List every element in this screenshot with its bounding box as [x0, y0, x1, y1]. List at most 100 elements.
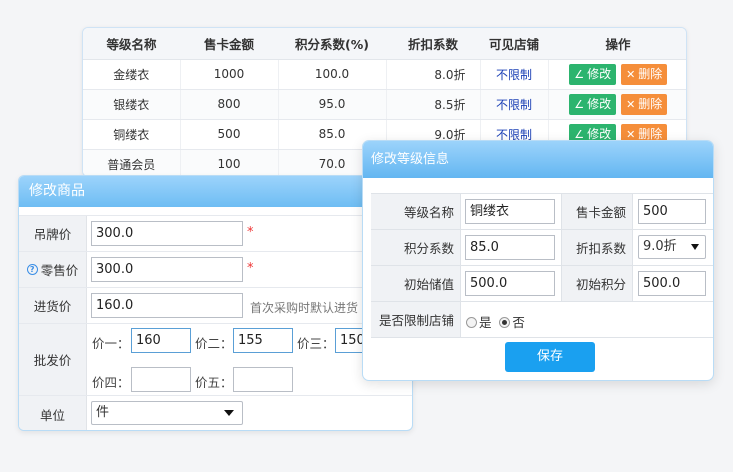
radio-no[interactable]	[499, 317, 511, 328]
init-points-label: 初始积分	[561, 266, 633, 301]
tag-price-input[interactable]: 300.0	[91, 221, 243, 246]
edit-product-panel: 修改商品 吊牌价 300.0 * ? 零售价 300.0 * 进货价 160.0 …	[18, 175, 413, 431]
cell-level-name: 铜缕衣	[83, 119, 181, 150]
unit-select-value: 件	[96, 405, 110, 420]
unit-select[interactable]: 件	[91, 401, 243, 425]
cell-points: 100.0	[278, 59, 387, 90]
init-balance-label: 初始储值	[371, 266, 461, 301]
cell-points: 95.0	[278, 89, 387, 120]
retail-price-label-cell: ? 零售价	[19, 252, 87, 287]
cell-visible-store: 不限制	[480, 59, 549, 90]
discount-label: 折扣系数	[561, 230, 633, 265]
discount-select-value: 9.0折	[643, 239, 677, 254]
edit-product-title: 修改商品	[19, 176, 412, 207]
wholesale-1-input[interactable]: 160	[131, 328, 191, 353]
header-discount: 折扣系数	[386, 28, 480, 60]
retail-price-label: 零售价	[40, 263, 79, 278]
table-row: 金缕衣 1000 100.0 8.0折 不限制 ∠ 修改 ✕ 删除	[83, 59, 686, 90]
retail-price-input[interactable]: 300.0	[91, 257, 243, 282]
edit-level-form: 等级名称 铜缕衣 售卡金额 500 积分系数 85.0 折扣系数 9.0折 初始…	[371, 193, 713, 338]
edit-label: 修改	[587, 126, 612, 141]
limit-store-options: 是 否	[466, 312, 529, 331]
cell-level-name: 普通会员	[83, 149, 181, 176]
header-level-name: 等级名称	[83, 28, 180, 60]
edit-label: 修改	[587, 96, 612, 111]
card-price-input[interactable]: 500	[638, 199, 706, 224]
wholesale-4-input[interactable]	[131, 367, 191, 392]
wholesale-3-label: 价三：	[297, 336, 335, 351]
close-icon: ✕	[626, 127, 636, 141]
level-name-row: 等级名称 铜缕衣 售卡金额 500	[371, 194, 713, 230]
cell-card-price: 1000	[180, 59, 279, 90]
delete-label: 删除	[638, 96, 663, 111]
pencil-icon: ∠	[574, 97, 585, 111]
header-visible-store: 可见店铺	[480, 28, 548, 60]
edit-button[interactable]: ∠ 修改	[569, 63, 617, 85]
save-button[interactable]: 保存	[505, 342, 595, 372]
cell-card-price: 100	[180, 149, 279, 176]
init-balance-input[interactable]: 500.0	[465, 271, 555, 296]
cost-price-row: 进货价 160.0 首次采购时默认进货	[19, 287, 412, 323]
radio-yes[interactable]	[466, 317, 477, 328]
wholesale-5-label: 价五：	[195, 375, 233, 390]
radio-yes-label: 是	[479, 315, 492, 330]
delete-button[interactable]: ✕ 删除	[621, 63, 668, 85]
wholesale-5-input[interactable]	[233, 367, 293, 392]
tag-price-label: 吊牌价	[19, 216, 87, 251]
question-icon[interactable]: ?	[26, 264, 38, 275]
chevron-down-icon	[224, 410, 234, 416]
pencil-icon: ∠	[574, 127, 585, 141]
edit-label: 修改	[587, 66, 612, 81]
cell-level-name: 金缕衣	[83, 59, 181, 90]
table-row: 银缕衣 800 95.0 8.5折 不限制 ∠ 修改 ✕ 删除	[83, 89, 686, 120]
header-card-price: 售卡金额	[180, 28, 278, 60]
wholesale-4-label: 价四：	[92, 375, 130, 390]
init-points-input[interactable]: 500.0	[638, 271, 706, 296]
wholesale-1-label: 价一：	[92, 336, 130, 351]
unit-row: 单位 件	[19, 395, 412, 430]
level-name-label: 等级名称	[371, 194, 461, 229]
wholesale-2-label: 价二：	[195, 336, 233, 351]
points-row: 积分系数 85.0 折扣系数 9.0折	[371, 230, 713, 266]
edit-level-title: 修改等级信息	[363, 141, 713, 178]
required-mark: *	[247, 261, 254, 276]
unit-label: 单位	[19, 396, 87, 430]
required-mark: *	[247, 225, 254, 240]
cell-discount: 8.0折	[386, 59, 481, 90]
edit-button[interactable]: ∠ 修改	[569, 93, 617, 115]
cell-discount: 8.5折	[386, 89, 481, 120]
delete-button[interactable]: ✕ 删除	[621, 93, 668, 115]
points-input[interactable]: 85.0	[465, 235, 555, 260]
wholesale-price-row: 批发价 价一： 160 价二： 155 价三： 150 价四： 价五：	[19, 323, 412, 395]
header-actions: 操作	[548, 28, 686, 60]
pencil-icon: ∠	[574, 67, 585, 81]
delete-label: 删除	[638, 66, 663, 81]
cost-price-hint: 首次采购时默认进货	[250, 301, 359, 315]
radio-no-label: 否	[512, 315, 525, 330]
level-name-input[interactable]: 铜缕衣	[465, 199, 555, 224]
cell-level-name: 银缕衣	[83, 89, 181, 120]
header-points-ratio: 积分系数(%)	[278, 28, 386, 60]
cell-card-price: 500	[180, 119, 279, 150]
discount-select[interactable]: 9.0折	[638, 235, 706, 259]
close-icon: ✕	[626, 67, 636, 81]
cell-actions: ∠ 修改 ✕ 删除	[548, 59, 686, 90]
points-label: 积分系数	[371, 230, 461, 265]
cell-visible-store: 不限制	[480, 89, 549, 120]
init-row: 初始储值 500.0 初始积分 500.0	[371, 266, 713, 302]
close-icon: ✕	[626, 97, 636, 111]
delete-label: 删除	[638, 126, 663, 141]
table-header-row: 等级名称 售卡金额 积分系数(%) 折扣系数 可见店铺 操作	[83, 28, 686, 60]
limit-store-row: 是否限制店铺 是 否	[371, 302, 713, 338]
wholesale-price-label: 批发价	[19, 324, 87, 395]
cell-card-price: 800	[180, 89, 279, 120]
chevron-down-icon	[691, 244, 699, 250]
retail-price-row: ? 零售价 300.0 *	[19, 251, 412, 287]
cost-price-input[interactable]: 160.0	[91, 293, 243, 318]
tag-price-row: 吊牌价 300.0 *	[19, 215, 412, 251]
card-price-label: 售卡金额	[561, 194, 633, 229]
cell-actions: ∠ 修改 ✕ 删除	[548, 89, 686, 120]
edit-level-dialog: 修改等级信息 等级名称 铜缕衣 售卡金额 500 积分系数 85.0 折扣系数 …	[362, 140, 714, 381]
limit-store-label: 是否限制店铺	[371, 302, 461, 337]
wholesale-2-input[interactable]: 155	[233, 328, 293, 353]
